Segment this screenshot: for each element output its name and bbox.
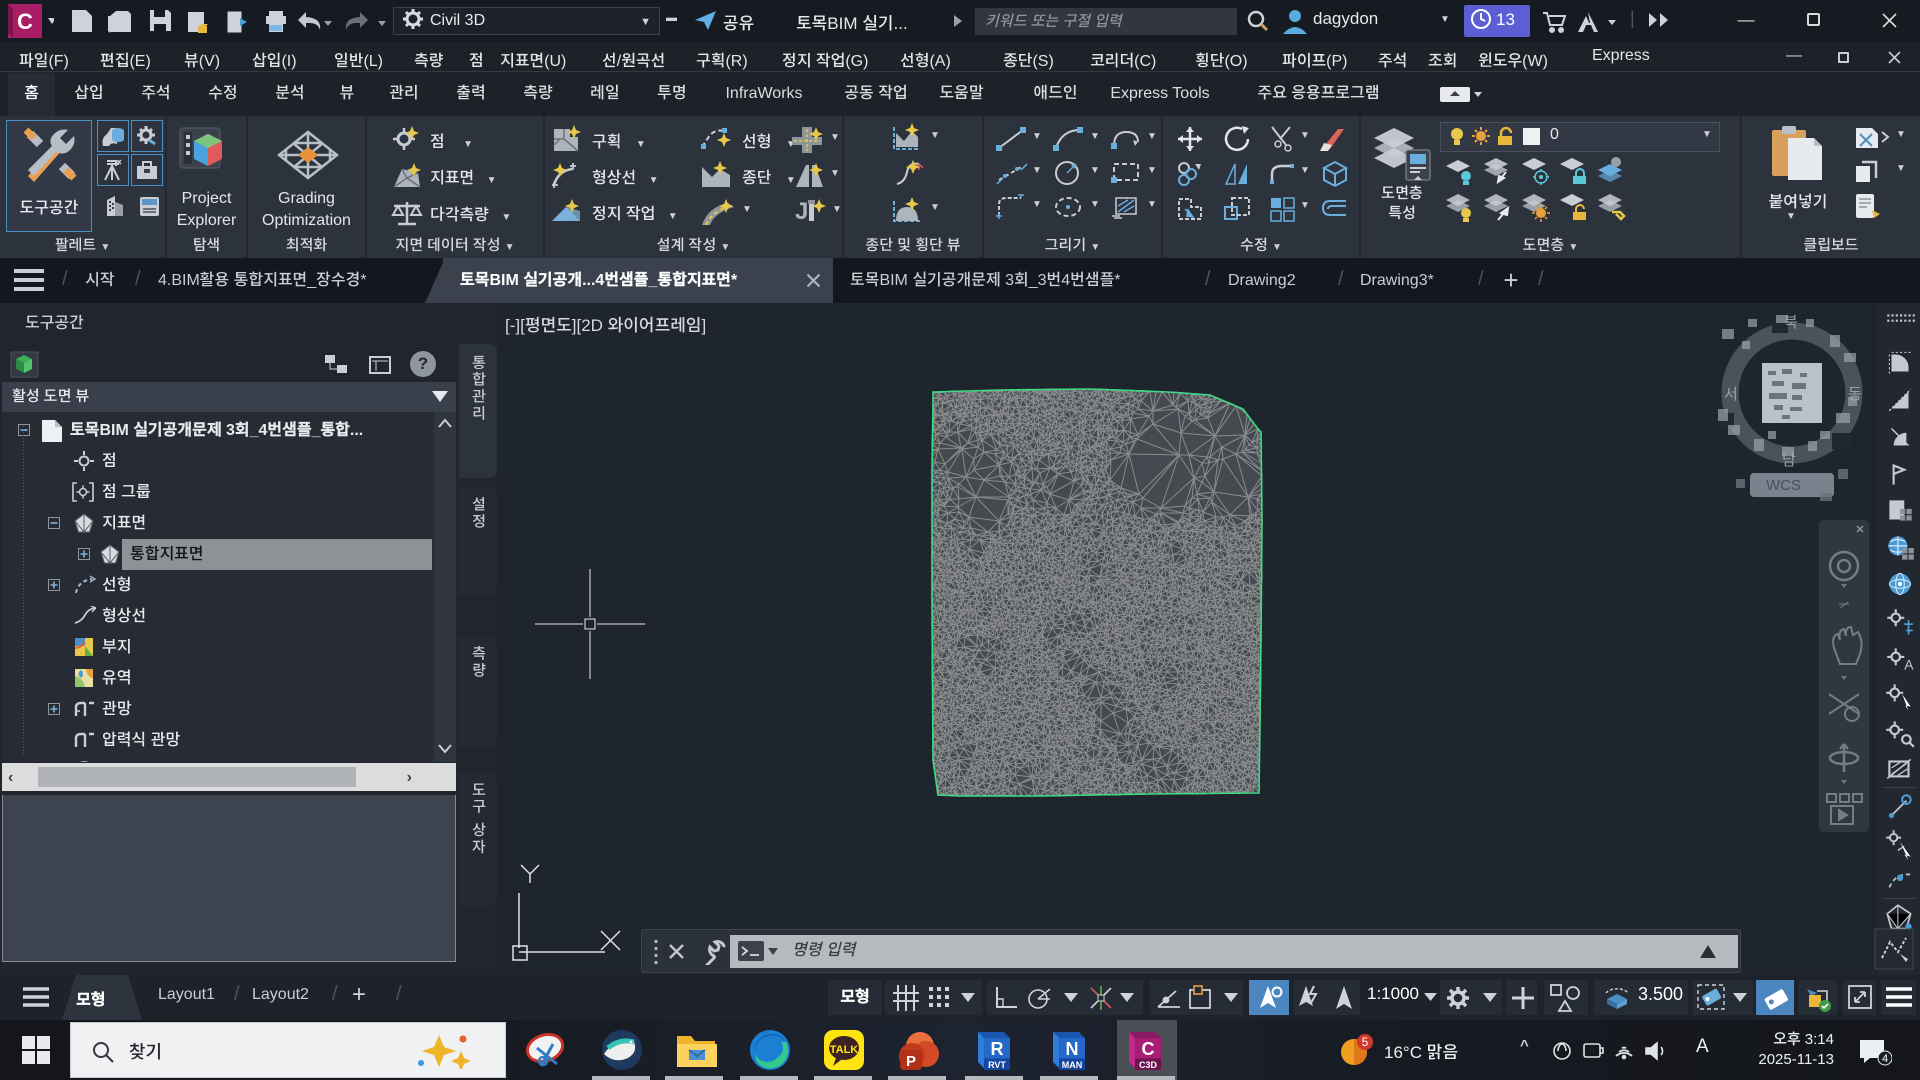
svg-text:P: P	[906, 1053, 916, 1070]
svg-text:동: 동	[1848, 386, 1862, 403]
svg-text:C: C	[1142, 1039, 1155, 1059]
svg-text:TALK: TALK	[830, 1044, 859, 1056]
svg-text:MAN: MAN	[1062, 1060, 1083, 1070]
svg-text:5: 5	[1362, 1035, 1369, 1049]
svg-text:R: R	[991, 1039, 1004, 1059]
svg-text:북: 북	[1784, 314, 1798, 331]
svg-text:C: C	[17, 9, 33, 34]
svg-text:4: 4	[1882, 1053, 1888, 1065]
svg-text:RVT: RVT	[988, 1060, 1006, 1070]
svg-text:N: N	[1066, 1039, 1079, 1059]
svg-text:서: 서	[1724, 386, 1738, 403]
svg-text:J: J	[795, 198, 808, 225]
svg-text:WCS: WCS	[1766, 477, 1801, 494]
svg-text:C3D: C3D	[1139, 1060, 1158, 1070]
svg-text:A: A	[1904, 657, 1914, 673]
svg-text:남: 남	[1782, 452, 1796, 469]
